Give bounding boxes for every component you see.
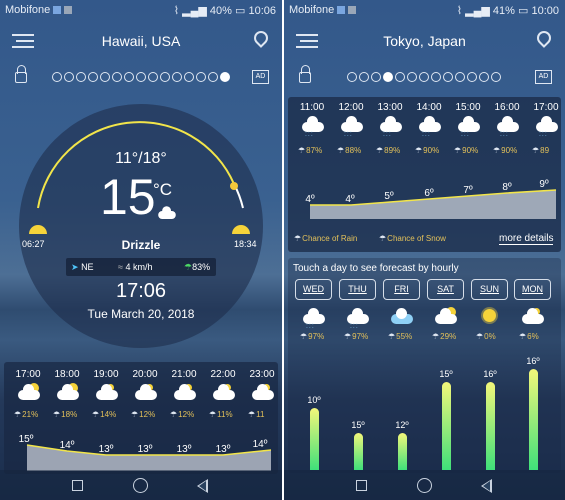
rain-chance: ☂97% — [300, 332, 324, 341]
umbrella-icon: ☂ — [300, 332, 308, 341]
temp-label: 13º — [138, 444, 153, 455]
temp-label: 13º — [177, 444, 192, 455]
recent-apps-button[interactable] — [72, 480, 83, 491]
temp-label: 7º — [463, 185, 473, 196]
tokyo-screen: Mobifone ⌇ ▂▄▆ 41% ▭ 10:00 Tokyo, Japan … — [284, 0, 565, 500]
temp-label: 9º — [539, 179, 549, 190]
rain-umbrella-icon: ☂ — [294, 234, 302, 243]
temp-label: 5º — [384, 191, 394, 202]
temp-bar-label: 10º — [307, 395, 321, 405]
legend-snow-label: Chance of Snow — [387, 234, 446, 243]
day-button-sat[interactable]: SAT — [427, 279, 464, 300]
temp-bar — [354, 433, 363, 470]
rain-icon: ⁚⁚⁚ — [345, 307, 371, 330]
daily-hint: Touch a day to see forecast by hourly — [293, 263, 459, 274]
cloud-shape — [435, 308, 457, 324]
cloud-shape — [522, 308, 544, 324]
temp-label: 14º — [60, 440, 75, 451]
rain-chance-value: 55% — [396, 332, 413, 341]
temp-bar-label: 15º — [351, 420, 365, 430]
partly-moon-icon — [520, 307, 546, 325]
temp-bar — [398, 433, 407, 470]
temp-label: 15º — [19, 434, 34, 445]
day-button-thu[interactable]: THU — [339, 279, 376, 300]
more-details-link[interactable]: more details — [499, 233, 554, 245]
rain-chance-value: 29% — [440, 332, 457, 341]
umbrella-icon: ☂ — [432, 332, 440, 341]
temp-bar-label: 16º — [526, 356, 540, 366]
back-button[interactable] — [481, 479, 492, 493]
temp-label: 14º — [253, 439, 268, 450]
temp-label: 4º — [305, 194, 315, 205]
cloud-shape — [391, 308, 413, 324]
rain-chance-value: 97% — [308, 332, 325, 341]
temp-bar — [310, 408, 319, 470]
rain-chance-value: 6% — [527, 332, 539, 341]
temp-bar-label: 12º — [395, 420, 409, 430]
rain-chance: ☂6% — [519, 332, 539, 341]
temp-bar — [529, 369, 538, 470]
day-button-fri[interactable]: FRI — [383, 279, 420, 300]
rain-chance: ☂97% — [344, 332, 368, 341]
back-button[interactable] — [197, 479, 208, 493]
sunny-icon — [477, 307, 503, 325]
temp-label: 13º — [216, 444, 231, 455]
umbrella-icon: ☂ — [476, 332, 484, 341]
umbrella-icon: ☂ — [388, 332, 396, 341]
day-button-mon[interactable]: MON — [514, 279, 551, 300]
temp-label: 4º — [345, 194, 355, 205]
rain-chance-value: 97% — [352, 332, 369, 341]
temp-bar — [486, 382, 495, 470]
sun-icon — [483, 309, 496, 322]
nav-bar — [0, 470, 282, 500]
day-button-sun[interactable]: SUN — [471, 279, 508, 300]
rain-chance-value: 0% — [484, 332, 496, 341]
snow-umbrella-icon: ☂ — [379, 234, 387, 243]
hawaii-screen: Mobifone ⌇ ▂▄▆ 40% ▭ 10:06 Hawaii, USA A… — [0, 0, 282, 500]
rain-drops: ⁚⁚⁚ — [306, 324, 315, 330]
rain-chance: ☂29% — [432, 332, 456, 341]
umbrella-icon: ☂ — [344, 332, 352, 341]
rain-drops: ⁚⁚⁚ — [350, 324, 359, 330]
temp-bar — [442, 382, 451, 470]
home-button[interactable] — [133, 478, 148, 493]
partly-sunny-icon — [433, 307, 459, 325]
hourly-temp-chart: 15º 14º 13º 13º 13º 13º 14º — [19, 434, 272, 471]
temp-bar-label: 15º — [439, 369, 453, 379]
rain-icon: ⁚⁚⁚ — [301, 307, 327, 330]
rain-chance: ☂55% — [388, 332, 412, 341]
umbrella-icon: ☂ — [519, 332, 527, 341]
cloudy-icon — [389, 307, 415, 325]
legend-rain-label: Chance of Rain — [302, 234, 358, 243]
day-button-wed[interactable]: WED — [295, 279, 332, 300]
rain-chance: ☂0% — [476, 332, 496, 341]
legend-rain: ☂Chance of Rain — [294, 234, 357, 243]
recent-apps-button[interactable] — [356, 480, 367, 491]
home-button[interactable] — [417, 478, 432, 493]
nav-bar — [284, 470, 565, 500]
temp-label: 8º — [502, 182, 512, 193]
legend-snow: ☂Chance of Snow — [379, 234, 446, 243]
temp-bar-label: 16º — [483, 369, 497, 379]
temp-label: 6º — [424, 188, 434, 199]
temp-label: 13º — [99, 444, 114, 455]
